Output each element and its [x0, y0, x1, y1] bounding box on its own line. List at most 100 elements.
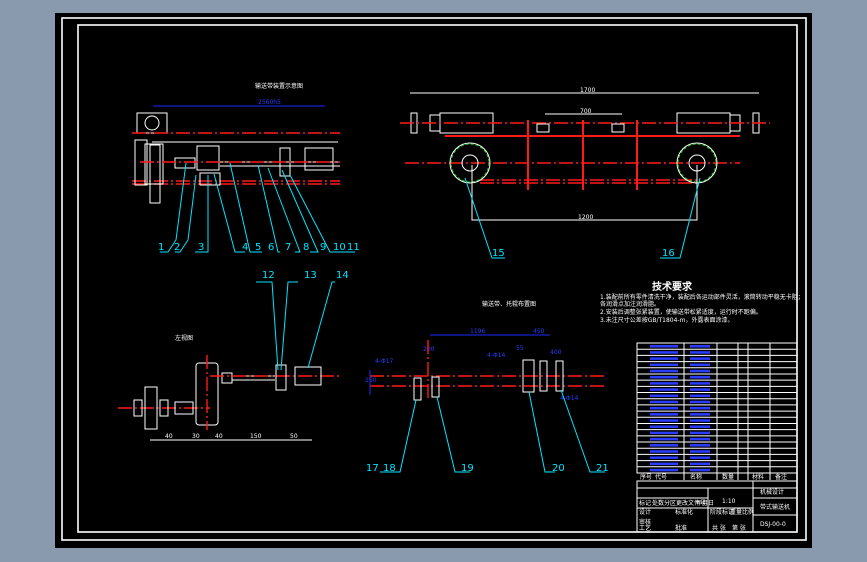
parts-row-text: [650, 382, 678, 385]
technical-requirements: 技术要求 1.装配前所有零件清洗干净，装配后各运动部件灵活，滚筒转动平稳无卡阻；…: [600, 280, 804, 324]
parts-row-text: [690, 406, 710, 410]
dim-left: 200: [423, 346, 435, 353]
dim-right: 450: [533, 328, 545, 335]
parts-row-text: [650, 406, 678, 410]
parts-row-text: [690, 468, 710, 472]
parts-row-text: [650, 357, 678, 360]
balloon-10: 10: [333, 242, 346, 253]
balloon-18: 18: [383, 463, 396, 474]
parts-row-text: [690, 345, 710, 348]
parts-row-text: [690, 357, 710, 360]
parts-row-text: [650, 363, 678, 367]
parts-row-text: [650, 351, 678, 354]
dim-front-center: 700: [580, 108, 592, 115]
parts-row-text: [690, 450, 710, 453]
parts-row-text: [690, 431, 710, 435]
parts-row-text: [690, 425, 710, 428]
parts-header-name: 名称: [690, 473, 702, 481]
dim-holes-right: 4-Φ14: [487, 352, 506, 359]
balloon-16: 16: [662, 248, 675, 259]
parts-header-material: 材料: [752, 473, 764, 481]
parts-row-text: [690, 375, 710, 379]
dim-width2: 400: [550, 349, 562, 356]
parts-row-text: [650, 437, 678, 441]
top-view: 输送带装置示意图 2560h5: [132, 82, 340, 204]
balloon-13: 13: [304, 270, 317, 281]
tb-label-zone: 分区: [664, 499, 676, 507]
parts-header-code: 代号: [655, 473, 667, 481]
dim-front-bottom: 1200: [578, 214, 593, 221]
parts-row-text: [690, 419, 710, 422]
parts-row-text: [650, 444, 678, 447]
leader-13: [280, 281, 298, 371]
parts-row-text: [690, 400, 710, 404]
parts-row-text: [690, 351, 710, 354]
tech-req-1b: 各润滑点加注润滑脂。: [600, 300, 660, 308]
side-dim-2: 30: [192, 433, 200, 440]
drawing-sheet: 输送带装置示意图 2560h5 1 2 3 4 5 6 7 8 9 10 11 …: [55, 13, 812, 548]
parts-row-text: [650, 400, 678, 404]
leader-15: [464, 177, 505, 259]
parts-row-text: [650, 394, 678, 398]
parts-header-qty: 数量: [722, 473, 734, 481]
dim-small: 55: [516, 345, 524, 352]
side-dim-3: 40: [215, 433, 223, 440]
parts-row-text: [650, 369, 678, 373]
parts-row-text: [690, 382, 710, 385]
outer-frame: [61, 17, 807, 541]
balloon-14: 14: [336, 270, 349, 281]
tb-label-sheet: 第 张: [732, 524, 746, 532]
top-view-title: 输送带装置示意图: [255, 82, 303, 90]
parts-row-text: [690, 413, 710, 416]
parts-row-text: [650, 431, 678, 435]
leader-12: [256, 281, 279, 371]
title-drawing-name: 带式输送机: [760, 503, 790, 511]
parts-row-text: [650, 462, 678, 466]
tb-label-weight: 重量: [730, 508, 742, 516]
parts-row-text: [690, 444, 710, 447]
leader-19: [436, 396, 470, 473]
tb-label-std: 标准化: [675, 508, 693, 516]
balloon-5: 5: [255, 242, 261, 253]
dim-span: 1196: [470, 328, 485, 335]
leader-20: [528, 391, 555, 473]
parts-row-text: [650, 345, 678, 348]
parts-header-remark: 备注: [775, 473, 787, 481]
layout-title: 输送带、托辊布置图: [482, 300, 536, 308]
dim-overall: 2560h5: [258, 99, 281, 106]
tb-label-date: 年月日: [696, 499, 714, 507]
balloon-6: 6: [268, 242, 274, 253]
title-block: 1:10 机械设计 带式输送机 DSJ-00-0 标记 处数 分区 更改文件号 …: [636, 480, 798, 533]
balloon-8: 8: [303, 242, 309, 253]
parts-row-text: [690, 456, 710, 459]
title-scale: 1:10: [722, 498, 736, 505]
side-dim-1: 40: [165, 433, 173, 440]
side-dim-4: 150: [250, 433, 262, 440]
leader-17-18: [380, 399, 417, 473]
tb-label-mark: 标记: [639, 499, 651, 507]
parts-header-no: 序号: [640, 473, 652, 481]
leader-21: [560, 389, 605, 473]
balloon-1: 1: [158, 242, 164, 253]
balloon-9: 9: [320, 242, 326, 253]
parts-row-text: [650, 450, 678, 453]
dim-front-width: 1700: [580, 87, 595, 94]
leader-16: [660, 177, 701, 259]
tb-label-ratio: 比例: [742, 508, 754, 516]
tb-label-process: 工艺: [639, 524, 651, 532]
parts-row-text: [650, 388, 678, 391]
parts-row-text: [690, 369, 710, 373]
dim-holes-left: 4-Φ17: [375, 358, 394, 365]
front-view: 1700 700 1200: [400, 87, 770, 221]
parts-row-text: [690, 462, 710, 466]
tb-label-approve: 批准: [675, 524, 687, 532]
layout-view: 输送带、托辊布置图 1196 450 200 4-Φ17 4-Φ14 55 40…: [365, 300, 605, 402]
parts-row-text: [650, 413, 678, 416]
tb-label-count: 处数: [652, 499, 664, 507]
balloon-3: 3: [198, 242, 204, 253]
tech-req-title: 技术要求: [652, 280, 693, 293]
side-view-label: 左视图: [175, 334, 193, 342]
parts-row-text: [650, 375, 678, 379]
parts-row-text: [650, 425, 678, 428]
parts-list: 序号 代号 名称 数量 材料 备注: [636, 342, 798, 481]
